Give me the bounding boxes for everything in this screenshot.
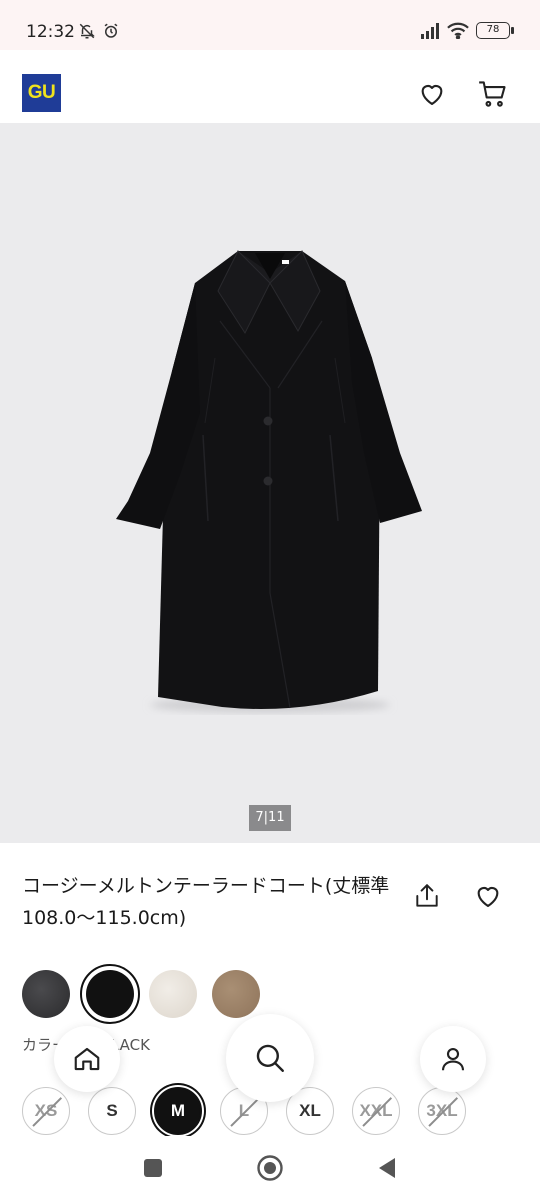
favorite-heart-icon[interactable] xyxy=(474,882,502,910)
bell-off-icon xyxy=(79,23,95,39)
account-icon xyxy=(441,1047,465,1071)
size-option-s[interactable]: S xyxy=(88,1087,136,1135)
battery-icon: 78 xyxy=(476,22,514,39)
app-header: GU xyxy=(0,50,540,123)
wifi-icon xyxy=(447,22,469,39)
coat-image xyxy=(116,250,422,713)
heart-icon[interactable] xyxy=(418,80,446,108)
gu-logo[interactable]: GU xyxy=(22,74,61,112)
size-option-m[interactable]: M xyxy=(154,1087,202,1135)
account-nav-button[interactable] xyxy=(420,1026,486,1092)
color-swatch-dark-gray[interactable] xyxy=(22,970,70,1018)
color-swatch-black[interactable] xyxy=(80,964,140,1024)
color-swatch-black-fill xyxy=(86,970,134,1018)
alarm-icon xyxy=(104,23,118,38)
home-button[interactable] xyxy=(256,1154,284,1182)
size-option-3xl[interactable]: 3XL xyxy=(418,1087,466,1135)
status-time: 12:32 xyxy=(26,22,75,42)
search-icon xyxy=(256,1044,284,1072)
size-option-xs[interactable]: XS xyxy=(22,1087,70,1135)
product-image-carousel[interactable]: 7|11 xyxy=(0,123,540,843)
recents-button[interactable] xyxy=(143,1158,163,1178)
share-icon[interactable] xyxy=(414,882,440,910)
signal-icon xyxy=(421,22,439,39)
search-nav-button[interactable] xyxy=(226,1014,314,1102)
product-title: コージーメルトンテーラードコート(丈標準108.0〜115.0cm) xyxy=(22,875,390,929)
battery-level: 78 xyxy=(486,24,500,35)
color-swatch-off-white[interactable] xyxy=(149,970,197,1018)
status-bar: 12:32 78 xyxy=(0,0,540,50)
image-counter: 7|11 xyxy=(249,805,291,831)
cart-icon[interactable] xyxy=(478,80,508,108)
size-option-xxl[interactable]: XXL xyxy=(352,1087,400,1135)
home-icon xyxy=(74,1047,100,1071)
product-page: 12:32 78 GU 7|11 コージーメルトンテーラードコート(丈標準108… xyxy=(0,0,540,1200)
system-nav-bar xyxy=(0,1136,540,1200)
back-button[interactable] xyxy=(376,1156,398,1180)
color-swatch-brown[interactable] xyxy=(212,970,260,1018)
home-nav-button[interactable] xyxy=(54,1026,120,1092)
